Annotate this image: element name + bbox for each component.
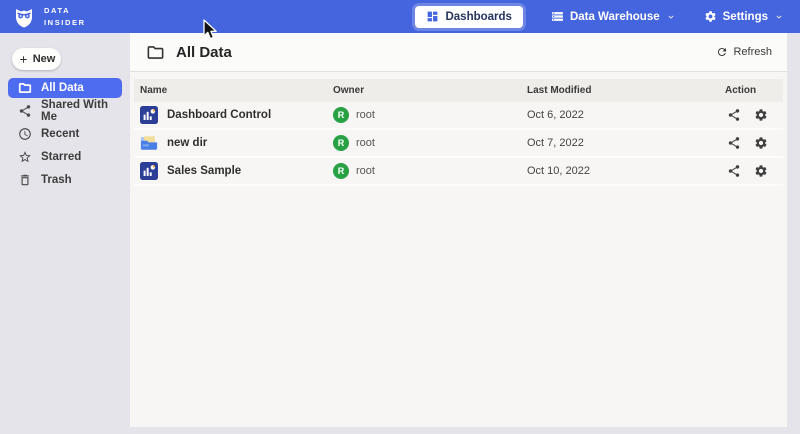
- chevron-down-icon: [774, 12, 784, 22]
- sidebar-item-shared-with-me[interactable]: Shared With Me: [8, 101, 122, 121]
- last-modified: Oct 6, 2022: [527, 109, 584, 121]
- column-header-name: Name: [134, 85, 333, 96]
- nav-data-warehouse[interactable]: Data Warehouse: [551, 10, 676, 23]
- owner-name: root: [356, 137, 375, 149]
- table-header: Name Owner Last Modified Action: [134, 79, 783, 102]
- plus-icon: [18, 54, 29, 65]
- content-header: All Data Refresh: [130, 33, 787, 72]
- owl-logo-icon: [12, 5, 36, 29]
- refresh-button[interactable]: Refresh: [716, 46, 772, 58]
- owner-name: root: [356, 109, 375, 121]
- sidebar-item-starred[interactable]: Starred: [8, 147, 122, 167]
- star-icon: [18, 150, 32, 164]
- owner-avatar: R: [333, 107, 349, 123]
- brand-logo[interactable]: DATA INSIDER: [12, 5, 86, 29]
- sidebar-item-label: All Data: [41, 82, 84, 94]
- row-name: new dir: [167, 137, 207, 149]
- trash-icon: [18, 173, 32, 187]
- owner-name: root: [356, 165, 375, 177]
- owner-avatar: R: [333, 163, 349, 179]
- nav-dashboards-button[interactable]: Dashboards: [415, 6, 522, 28]
- column-header-action: Action: [716, 85, 783, 96]
- row-name: Sales Sample: [167, 165, 241, 177]
- nav-settings-label: Settings: [723, 11, 768, 23]
- settings-action-icon[interactable]: [754, 136, 768, 150]
- last-modified: Oct 10, 2022: [527, 165, 590, 177]
- sidebar-item-label: Trash: [41, 174, 72, 186]
- table-row[interactable]: Sales Sample R root Oct 10, 2022: [134, 158, 783, 186]
- share-icon: [18, 104, 32, 118]
- nav-dashboards-label: Dashboards: [445, 11, 511, 23]
- sidebar: New All Data Shared With Me Recent Starr…: [0, 33, 130, 434]
- share-action-icon[interactable]: [727, 164, 741, 178]
- clock-icon: [18, 127, 32, 141]
- nav-data-warehouse-label: Data Warehouse: [570, 11, 660, 23]
- top-nav: Dashboards Data Warehouse Settings: [415, 6, 784, 28]
- sidebar-item-label: Recent: [41, 128, 79, 140]
- mouse-cursor: [203, 19, 218, 41]
- data-table: Name Owner Last Modified Action Dashboar…: [134, 79, 783, 186]
- database-icon: [551, 10, 564, 23]
- share-action-icon[interactable]: [727, 108, 741, 122]
- refresh-icon: [716, 46, 728, 58]
- table-row[interactable]: Dashboard Control R root Oct 6, 2022: [134, 102, 783, 130]
- column-header-owner: Owner: [333, 85, 527, 96]
- folder-file-icon: [140, 134, 158, 152]
- top-bar: DATA INSIDER Dashboards Data Warehouse S…: [0, 0, 800, 33]
- sidebar-item-all-data[interactable]: All Data: [8, 78, 122, 98]
- refresh-label: Refresh: [733, 46, 772, 58]
- sidebar-item-recent[interactable]: Recent: [8, 124, 122, 144]
- gear-icon: [704, 10, 717, 23]
- folder-icon: [146, 43, 165, 62]
- settings-action-icon[interactable]: [754, 108, 768, 122]
- sidebar-item-trash[interactable]: Trash: [8, 170, 122, 190]
- share-action-icon[interactable]: [727, 136, 741, 150]
- dashboard-icon: [426, 10, 439, 23]
- sidebar-list: All Data Shared With Me Recent Starred T…: [0, 78, 130, 190]
- last-modified: Oct 7, 2022: [527, 137, 584, 149]
- owner-avatar: R: [333, 135, 349, 151]
- sidebar-item-label: Shared With Me: [41, 99, 122, 123]
- chevron-down-icon: [666, 12, 676, 22]
- nav-settings[interactable]: Settings: [704, 10, 784, 23]
- table-row[interactable]: new dir R root Oct 7, 2022: [134, 130, 783, 158]
- main-content: All Data Refresh Name Owner Last Modifie…: [130, 33, 787, 427]
- folder-icon: [18, 81, 32, 95]
- new-button-label: New: [33, 53, 56, 65]
- page-title: All Data: [176, 44, 716, 61]
- dashboard-file-icon: [140, 106, 158, 124]
- brand-text: DATA INSIDER: [44, 5, 86, 28]
- row-name: Dashboard Control: [167, 109, 271, 121]
- dashboard-file-icon: [140, 162, 158, 180]
- settings-action-icon[interactable]: [754, 164, 768, 178]
- column-header-last-modified: Last Modified: [527, 85, 716, 96]
- new-button[interactable]: New: [12, 48, 61, 70]
- sidebar-item-label: Starred: [41, 151, 81, 163]
